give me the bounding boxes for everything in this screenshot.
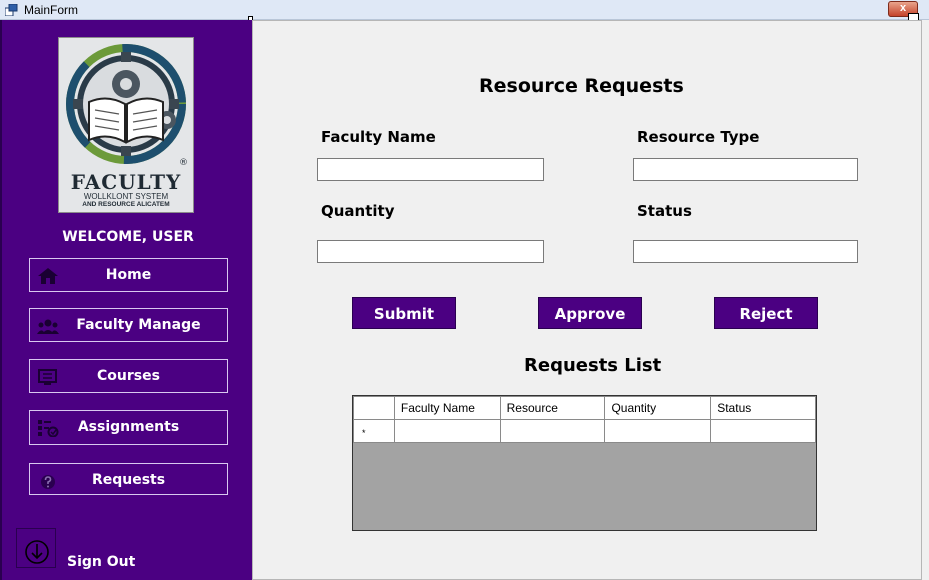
column-header-status[interactable]: Status xyxy=(710,396,816,420)
close-icon: x xyxy=(899,2,907,14)
logo-reg-mark: ® xyxy=(179,158,188,168)
main-panel: Resource Requests Faculty Name Resource … xyxy=(252,20,922,580)
sign-out-button[interactable] xyxy=(16,528,56,568)
page-title: Resource Requests xyxy=(479,75,684,97)
logo-tagline-2: AND RESOURCE ALICATEM xyxy=(82,201,170,208)
reject-button[interactable]: Reject xyxy=(714,297,818,329)
title-bar: MainForm x xyxy=(0,0,929,22)
table-cell[interactable] xyxy=(604,419,712,443)
sign-out-icon xyxy=(25,540,49,564)
column-header-faculty-name[interactable]: Faculty Name xyxy=(393,396,501,420)
sidebar-item-faculty-manage[interactable]: Faculty Manage xyxy=(29,308,228,342)
table-cell[interactable] xyxy=(710,419,816,443)
submit-button[interactable]: Submit xyxy=(352,297,456,329)
quantity-input[interactable] xyxy=(317,240,544,263)
logo-brand: FACULTY xyxy=(70,170,182,194)
new-row-marker: * xyxy=(353,419,395,443)
column-header-quantity[interactable]: Quantity xyxy=(604,396,712,420)
table-cell[interactable] xyxy=(499,419,606,443)
logo-tagline-1: WOLLKLONT SYSTEM xyxy=(83,192,169,201)
sidebar-item-home[interactable]: Home xyxy=(29,258,228,292)
sidebar-item-requests[interactable]: Requests xyxy=(29,463,228,495)
requests-grid[interactable]: Faculty Name Resource Quantity Status * xyxy=(352,395,817,531)
table-row[interactable]: * xyxy=(353,419,816,443)
row-header-corner xyxy=(353,396,395,420)
status-input[interactable] xyxy=(633,240,858,263)
quantity-label: Quantity xyxy=(321,202,395,220)
approve-button[interactable]: Approve xyxy=(538,297,642,329)
welcome-text: WELCOME, USER xyxy=(62,229,194,245)
sidebar-item-courses[interactable]: Courses xyxy=(29,359,228,393)
status-label: Status xyxy=(637,202,692,220)
sidebar-item-label: Assignments xyxy=(77,419,180,435)
window-title: MainForm xyxy=(24,3,79,17)
faculty-name-label: Faculty Name xyxy=(321,128,436,146)
sidebar-item-assignments[interactable]: Assignments xyxy=(29,410,228,445)
sidebar-item-label: Courses xyxy=(97,368,160,384)
sidebar-item-label: Faculty Manage xyxy=(76,317,201,333)
resource-type-input[interactable] xyxy=(633,158,858,181)
table-cell[interactable] xyxy=(393,419,501,443)
sign-out-label[interactable]: Sign Out xyxy=(67,554,135,570)
faculty-logo: FACULTY ® WOLLKLONT SYSTEM AND RESOURCE … xyxy=(58,37,194,213)
grid-header-row: Faculty Name Resource Quantity Status xyxy=(353,396,816,420)
sidebar-item-label: Home xyxy=(105,267,152,283)
sidebar: FACULTY ® WOLLKLONT SYSTEM AND RESOURCE … xyxy=(0,20,252,580)
sidebar-item-label: Requests xyxy=(91,472,166,488)
window-app-icon xyxy=(5,4,18,16)
faculty-name-input[interactable] xyxy=(317,158,544,181)
column-header-resource[interactable]: Resource xyxy=(499,396,606,420)
resource-type-label: Resource Type xyxy=(637,128,760,146)
requests-list-title: Requests List xyxy=(524,355,662,376)
